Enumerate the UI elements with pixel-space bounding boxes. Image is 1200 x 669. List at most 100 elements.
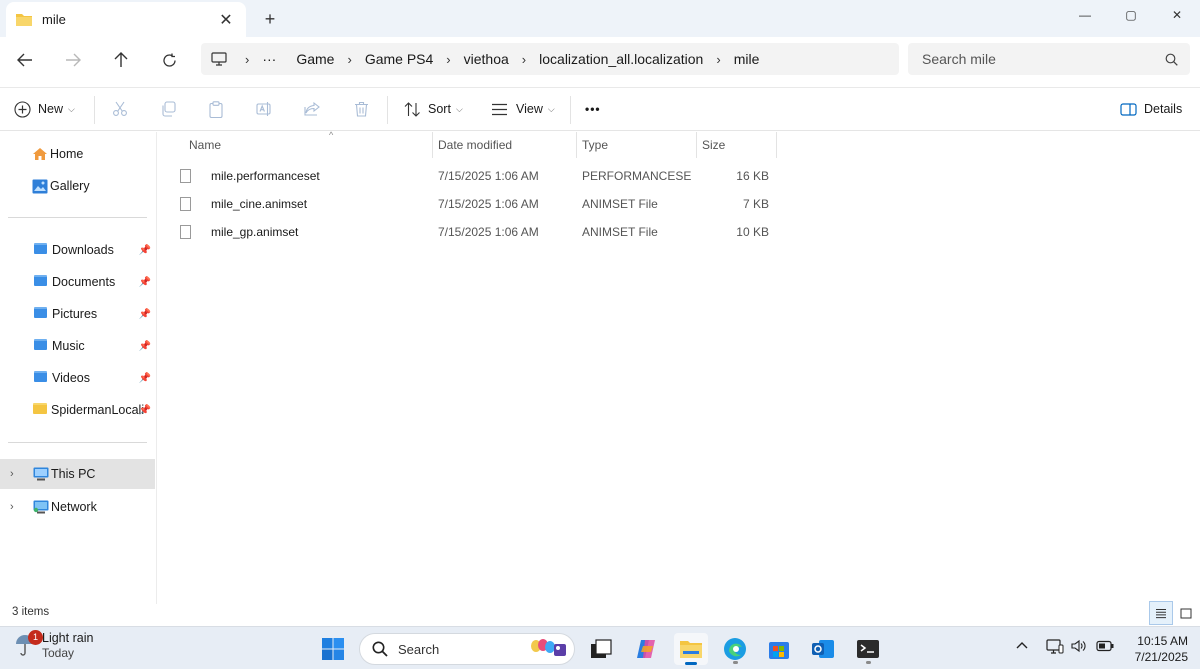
pin-icon[interactable]: 📌 bbox=[139, 277, 151, 288]
up-button[interactable] bbox=[106, 45, 136, 75]
rename-button[interactable] bbox=[251, 96, 277, 122]
nav-label: Pictures bbox=[52, 307, 98, 321]
file-explorer-taskbar-button[interactable] bbox=[674, 633, 708, 665]
new-tab-button[interactable]: + bbox=[258, 7, 282, 31]
forward-button[interactable] bbox=[58, 45, 88, 75]
column-header-name[interactable]: Name ^ bbox=[183, 130, 432, 158]
chevron-right-icon[interactable]: › bbox=[10, 468, 14, 480]
nav-item-music[interactable]: Music 📌 bbox=[0, 331, 155, 361]
pin-icon[interactable]: 📌 bbox=[139, 341, 151, 352]
breadcrumb-separator[interactable]: › bbox=[344, 52, 354, 67]
tiles-view-icon bbox=[1180, 608, 1192, 618]
column-header-size[interactable]: Size bbox=[696, 132, 776, 158]
breadcrumb-localization[interactable]: localization_all.localization bbox=[529, 51, 713, 67]
column-header-date-modified[interactable]: Date modified bbox=[432, 132, 576, 158]
file-icon bbox=[180, 197, 191, 211]
file-size: 10 KB bbox=[736, 225, 769, 239]
paste-button[interactable] bbox=[203, 96, 229, 122]
title-bar: mile ✕ + — ▢ ✕ bbox=[0, 0, 1200, 37]
edge-button[interactable] bbox=[718, 633, 752, 665]
status-bar: 3 items bbox=[0, 601, 1200, 626]
breadcrumb-separator[interactable]: › bbox=[713, 52, 723, 67]
cut-button[interactable] bbox=[107, 96, 133, 122]
nav-item-pictures[interactable]: Pictures 📌 bbox=[0, 299, 155, 329]
chevron-down-icon: ⌵ bbox=[455, 103, 463, 114]
nav-item-this-pc[interactable]: › This PC bbox=[0, 459, 155, 489]
copilot-button[interactable] bbox=[630, 633, 664, 665]
nav-label: Home bbox=[50, 147, 84, 161]
pin-icon[interactable]: 📌 bbox=[139, 373, 151, 384]
this-pc-icon[interactable] bbox=[211, 52, 231, 66]
start-button[interactable] bbox=[316, 633, 350, 665]
details-pane-button[interactable]: Details bbox=[1120, 94, 1182, 124]
volume-icon[interactable] bbox=[1071, 639, 1087, 656]
view-label: View bbox=[516, 102, 543, 116]
weather-widget[interactable]: 1 Light rain Today bbox=[14, 630, 93, 661]
battery-icon[interactable] bbox=[1096, 640, 1114, 655]
explorer-tab[interactable]: mile ✕ bbox=[6, 2, 246, 37]
chevron-right-icon[interactable]: › bbox=[10, 501, 14, 513]
view-button[interactable]: View ⌵ bbox=[491, 94, 555, 124]
file-size: 7 KB bbox=[742, 197, 769, 211]
nav-item-home[interactable]: Home bbox=[0, 139, 155, 169]
store-button[interactable] bbox=[762, 633, 796, 665]
more-options-button[interactable]: ••• bbox=[585, 94, 601, 124]
taskbar-search[interactable]: Search bbox=[359, 633, 575, 665]
copilot-icon bbox=[637, 640, 655, 658]
table-row[interactable]: mile_cine.animset 7/15/2025 1:06 AM ANIM… bbox=[171, 190, 791, 218]
breadcrumb-separator[interactable]: › bbox=[443, 52, 453, 67]
tiles-view-toggle[interactable] bbox=[1174, 601, 1198, 625]
file-list: Name ^ Date modified Type Size mile.perf… bbox=[157, 130, 1200, 604]
edge-browser-icon bbox=[724, 638, 746, 660]
search-box[interactable] bbox=[908, 43, 1190, 75]
rename-icon bbox=[255, 102, 271, 116]
task-view-button[interactable] bbox=[584, 633, 618, 665]
pin-icon[interactable]: 📌 bbox=[139, 309, 151, 320]
system-clock[interactable]: 10:15 AM 7/21/2025 bbox=[1135, 633, 1188, 665]
breadcrumb[interactable]: › ··· Game › Game PS4 › viethoa › locali… bbox=[201, 43, 899, 75]
maximize-button[interactable]: ▢ bbox=[1108, 0, 1154, 30]
breadcrumb-game[interactable]: Game bbox=[286, 51, 344, 67]
arrow-right-icon bbox=[66, 53, 81, 67]
close-window-button[interactable]: ✕ bbox=[1154, 0, 1200, 30]
breadcrumb-separator[interactable]: › bbox=[519, 52, 529, 67]
display-icon[interactable] bbox=[1046, 639, 1064, 658]
nav-item-videos[interactable]: Videos 📌 bbox=[0, 363, 155, 393]
back-button[interactable] bbox=[10, 45, 40, 75]
pin-icon[interactable]: 📌 bbox=[139, 405, 151, 416]
nav-item-network[interactable]: › Network bbox=[0, 492, 155, 522]
chevron-up-icon[interactable] bbox=[1016, 637, 1028, 652]
breadcrumb-overflow[interactable]: ··· bbox=[252, 51, 286, 67]
breadcrumb-separator[interactable]: › bbox=[231, 52, 252, 67]
close-tab-icon[interactable]: ✕ bbox=[216, 10, 236, 30]
nav-item-downloads[interactable]: Downloads 📌 bbox=[0, 235, 155, 265]
delete-button[interactable] bbox=[348, 96, 374, 122]
nav-item-spidermanlocalization[interactable]: SpidermanLocali... 📌 bbox=[0, 395, 155, 425]
column-header-type[interactable]: Type bbox=[576, 132, 696, 158]
minimize-button[interactable]: — bbox=[1062, 0, 1108, 30]
breadcrumb-mile[interactable]: mile bbox=[724, 51, 770, 67]
pin-icon[interactable]: 📌 bbox=[139, 245, 151, 256]
trash-icon bbox=[354, 101, 368, 117]
outlook-button[interactable] bbox=[806, 633, 840, 665]
details-view-toggle[interactable] bbox=[1149, 601, 1173, 625]
videos-folder-icon bbox=[34, 371, 50, 385]
sort-button[interactable]: Sort ⌵ bbox=[404, 94, 463, 124]
taskbar-search-label: Search bbox=[398, 641, 440, 657]
search-icon[interactable] bbox=[1165, 53, 1178, 66]
share-button[interactable] bbox=[299, 96, 325, 122]
nav-item-gallery[interactable]: Gallery bbox=[0, 171, 155, 201]
refresh-button[interactable] bbox=[154, 45, 184, 75]
column-divider[interactable] bbox=[776, 132, 777, 158]
table-row[interactable]: mile_gp.animset 7/15/2025 1:06 AM ANIMSE… bbox=[171, 218, 791, 246]
breadcrumb-game-ps4[interactable]: Game PS4 bbox=[355, 51, 443, 67]
nav-item-documents[interactable]: Documents 📌 bbox=[0, 267, 155, 297]
search-input[interactable] bbox=[922, 51, 1165, 67]
copy-button[interactable] bbox=[155, 96, 181, 122]
terminal-button[interactable] bbox=[851, 633, 885, 665]
file-type: PERFORMANCESE... bbox=[582, 169, 692, 183]
new-button[interactable]: New ⌵ bbox=[14, 94, 75, 124]
tab-title: mile bbox=[42, 12, 66, 27]
table-row[interactable]: mile.performanceset 7/15/2025 1:06 AM PE… bbox=[171, 162, 791, 190]
breadcrumb-viethoa[interactable]: viethoa bbox=[454, 51, 519, 67]
